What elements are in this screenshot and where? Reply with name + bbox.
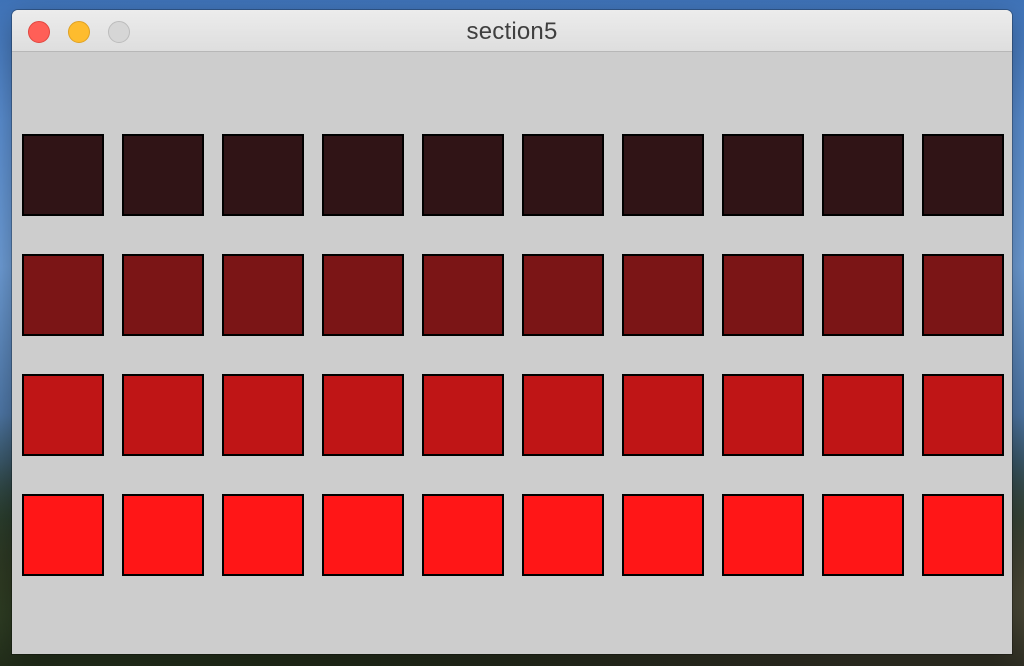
square-row — [22, 374, 1004, 456]
color-square — [222, 374, 304, 456]
color-square — [722, 254, 804, 336]
color-square — [122, 494, 204, 576]
color-square — [322, 134, 404, 216]
square-row — [22, 134, 1004, 216]
color-square — [422, 254, 504, 336]
color-square — [822, 374, 904, 456]
window-title: section5 — [466, 18, 558, 45]
color-square — [222, 494, 304, 576]
app-window: section5 — [12, 10, 1012, 654]
color-square — [922, 134, 1004, 216]
color-square — [222, 254, 304, 336]
color-square — [422, 134, 504, 216]
color-square — [922, 494, 1004, 576]
color-square — [722, 494, 804, 576]
color-square — [722, 374, 804, 456]
color-square — [122, 134, 204, 216]
color-square — [822, 254, 904, 336]
color-square — [522, 494, 604, 576]
color-square — [622, 374, 704, 456]
square-row — [22, 254, 1004, 336]
color-square — [22, 134, 104, 216]
color-square — [422, 374, 504, 456]
color-square — [322, 254, 404, 336]
color-square — [122, 254, 204, 336]
color-square — [722, 134, 804, 216]
color-square — [622, 134, 704, 216]
color-square — [22, 494, 104, 576]
window-content — [12, 52, 1012, 654]
color-square — [622, 254, 704, 336]
color-square — [622, 494, 704, 576]
color-square — [122, 374, 204, 456]
title-bar[interactable]: section5 — [12, 10, 1012, 52]
color-square — [322, 494, 404, 576]
color-square — [22, 254, 104, 336]
color-square — [522, 254, 604, 336]
color-square — [822, 134, 904, 216]
color-square — [422, 494, 504, 576]
color-square — [22, 374, 104, 456]
color-square — [322, 374, 404, 456]
square-row — [22, 494, 1004, 576]
color-square — [522, 374, 604, 456]
color-square — [922, 254, 1004, 336]
color-square — [822, 494, 904, 576]
color-square — [222, 134, 304, 216]
color-square — [522, 134, 604, 216]
color-square — [922, 374, 1004, 456]
